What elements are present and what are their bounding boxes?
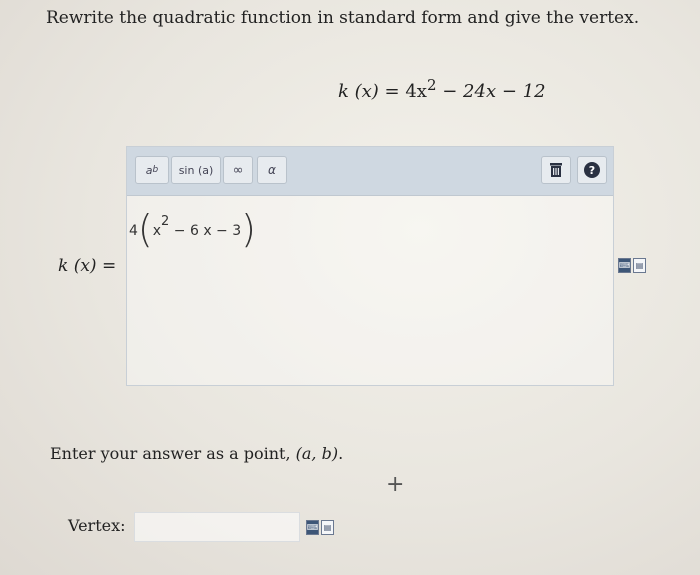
help-icon: ? bbox=[584, 162, 600, 178]
instruction-before: Enter your answer as a point, bbox=[50, 444, 296, 463]
sin-button[interactable]: sin (a) bbox=[171, 156, 221, 184]
power-sup: b bbox=[152, 165, 159, 175]
plus-cursor-icon: + bbox=[386, 472, 405, 497]
editor-x: x bbox=[152, 223, 162, 239]
math-toolbar: ab sin (a) ∞ α ? bbox=[127, 147, 613, 196]
answer-tools: ⌨ ▤ bbox=[618, 258, 646, 273]
instruction-after: . bbox=[338, 444, 344, 463]
clipboard-icon[interactable]: ▤ bbox=[321, 520, 334, 535]
trash-icon bbox=[550, 163, 562, 177]
power-button[interactable]: ab bbox=[135, 156, 169, 184]
instruction-point: (a, b) bbox=[295, 444, 339, 463]
editor-close-paren: ) bbox=[241, 207, 256, 251]
vertex-input[interactable] bbox=[134, 512, 300, 542]
clipboard-icon[interactable]: ▤ bbox=[633, 258, 646, 273]
keyboard-icon[interactable]: ⌨ bbox=[306, 520, 319, 535]
formula-a: 4x bbox=[405, 81, 427, 102]
vertex-label: Vertex: bbox=[68, 516, 126, 535]
editor-open-paren: ( bbox=[137, 207, 153, 251]
formula-exponent: 2 bbox=[426, 76, 437, 94]
editor-exp: 2 bbox=[161, 214, 170, 229]
editor-rest: − 6 x − 3 bbox=[169, 223, 242, 239]
alpha-button[interactable]: α bbox=[257, 156, 287, 184]
formula-rest: − 24x − 12 bbox=[436, 81, 546, 102]
math-editor-content[interactable]: 4(x2 − 6 x − 3) bbox=[129, 207, 256, 253]
power-base: a bbox=[145, 163, 153, 177]
answer-label-k: k (x) = bbox=[58, 256, 117, 276]
formula-lhs: k (x) = bbox=[338, 81, 406, 102]
math-answer-box[interactable]: ab sin (a) ∞ α ? 4(x2 − 6 x − 3) bbox=[126, 146, 614, 386]
keyboard-icon[interactable]: ⌨ bbox=[618, 258, 631, 273]
editor-coef: 4 bbox=[129, 223, 138, 239]
trash-button[interactable] bbox=[541, 156, 571, 184]
question-prompt: Rewrite the quadratic function in standa… bbox=[46, 8, 640, 28]
infinity-button[interactable]: ∞ bbox=[223, 156, 253, 184]
vertex-tools: ⌨ ▤ bbox=[306, 520, 334, 535]
help-button[interactable]: ? bbox=[577, 156, 607, 184]
function-formula: k (x) = 4x2 − 24x − 12 bbox=[338, 76, 546, 102]
instruction-text: Enter your answer as a point, (a, b). bbox=[50, 444, 343, 463]
